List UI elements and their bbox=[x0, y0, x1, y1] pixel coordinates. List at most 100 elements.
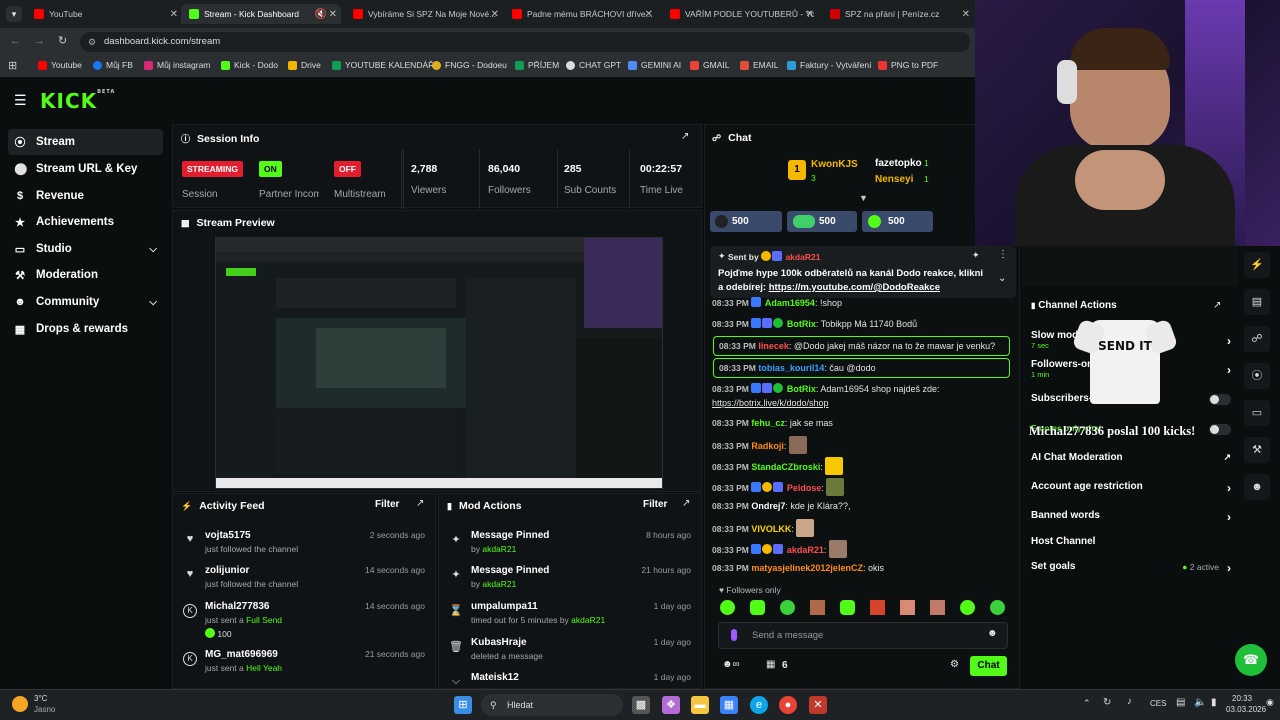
sidebar-item-achievements[interactable]: ★ Achievements bbox=[8, 209, 163, 235]
expand-icon[interactable]: ⌄ bbox=[998, 273, 1006, 284]
sidebar-item-studio[interactable]: ▭ Studio ⌵ bbox=[8, 236, 163, 262]
action-banned-words[interactable]: Banned words › bbox=[1031, 510, 1231, 524]
leader-name[interactable]: Nenseyi bbox=[875, 174, 913, 185]
bookmark-gemini[interactable]: GEMINI AI bbox=[628, 60, 681, 70]
toggle-switch[interactable] bbox=[1209, 424, 1231, 435]
pinned-link[interactable]: https://m.youtube.com/@DodoReakce bbox=[769, 282, 940, 293]
popout-icon[interactable]: ↗ bbox=[416, 498, 424, 509]
tray-chevron-icon[interactable]: ⌃ bbox=[1083, 698, 1091, 709]
task-view-icon[interactable]: ▩ bbox=[632, 696, 650, 714]
bookmark-gmail[interactable]: GMAIL bbox=[690, 60, 729, 70]
popout-icon[interactable]: ↗ bbox=[681, 131, 689, 142]
bookmark-youtube[interactable]: Youtube bbox=[38, 60, 82, 70]
emote-icon[interactable] bbox=[720, 600, 735, 615]
emote-icon[interactable] bbox=[930, 600, 945, 615]
site-info-icon[interactable]: ⚙ bbox=[88, 32, 96, 52]
browser-tab-kick[interactable]: Stream - Kick Dashboard 🔇 ✕ bbox=[181, 4, 341, 24]
bookmark-prijem[interactable]: PŘÍJEM bbox=[515, 60, 559, 70]
emote-icon[interactable] bbox=[840, 600, 855, 615]
tab-list-button[interactable]: ▾ bbox=[6, 6, 22, 22]
action-set-goals[interactable]: Set goals ● 2 active › bbox=[1031, 561, 1231, 575]
reload-icon[interactable]: ↻ bbox=[58, 34, 67, 47]
sidebar-item-community[interactable]: ☻ Community ⌵ bbox=[8, 289, 163, 315]
chat-icon[interactable]: ☍ bbox=[1244, 326, 1270, 352]
bookmark-email[interactable]: EMAIL bbox=[740, 60, 779, 70]
action-account-age[interactable]: Account age restriction › bbox=[1031, 481, 1231, 495]
broadcast-icon[interactable]: ⦿ bbox=[1244, 363, 1270, 389]
action-ai-moderation[interactable]: AI Chat Moderation ↗ bbox=[1031, 452, 1231, 463]
browser-tab-youtube[interactable]: YouTube ✕ bbox=[30, 4, 178, 24]
more-icon[interactable]: ⋮ bbox=[998, 249, 1008, 260]
forward-icon[interactable]: → bbox=[34, 35, 45, 47]
toggle-switch[interactable] bbox=[1209, 394, 1231, 405]
document-icon[interactable]: ▤ bbox=[1244, 289, 1270, 315]
emote-icon[interactable] bbox=[870, 600, 885, 615]
close-icon[interactable]: ✕ bbox=[962, 9, 970, 20]
taskbar-search[interactable]: ⚲ Hledat bbox=[481, 694, 623, 716]
chat-input[interactable]: Send a message ☻ bbox=[718, 622, 1008, 649]
mic-icon[interactable] bbox=[731, 629, 737, 641]
on-badge[interactable]: ON bbox=[259, 161, 282, 177]
chat-message-link[interactable]: https://botrix.live/k/dodo/shop bbox=[712, 396, 1012, 410]
bookmark-kick[interactable]: Kick - Dodo bbox=[221, 60, 278, 70]
volume-icon[interactable]: 🔈 bbox=[1194, 697, 1206, 708]
mod-filter-button[interactable]: Filter bbox=[643, 499, 667, 510]
bookmark-fngg[interactable]: FNGG - Dodoeu bbox=[432, 60, 507, 70]
bookmark-drive[interactable]: Drive bbox=[288, 60, 321, 70]
emote-icon[interactable] bbox=[780, 600, 795, 615]
emote-icon[interactable] bbox=[810, 600, 825, 615]
emote-icon[interactable] bbox=[990, 600, 1005, 615]
emote-icon[interactable] bbox=[960, 600, 975, 615]
menu-icon[interactable]: ☰ bbox=[14, 92, 27, 109]
sidebar-item-moderation[interactable]: ⚒ Moderation bbox=[8, 262, 163, 288]
wrench-icon[interactable]: ⚒ bbox=[1244, 437, 1270, 463]
windows-start-icon[interactable]: ⊞ bbox=[454, 696, 472, 714]
stream-preview-video[interactable] bbox=[215, 237, 663, 489]
network-icon[interactable]: ▤ bbox=[1176, 697, 1185, 708]
emote-icon[interactable] bbox=[750, 600, 765, 615]
bookmark-chatgpt[interactable]: CHAT GPT bbox=[566, 60, 621, 70]
sidebar-item-revenue[interactable]: $ Revenue bbox=[8, 183, 163, 209]
browser-tab-video-3[interactable]: VAŘÍM PODLE YOUTUBERŮ - Yo... ✕ bbox=[666, 4, 814, 24]
browser-tab-penize[interactable]: SPZ na přání | Peníze.cz ✕ bbox=[826, 4, 970, 24]
kicks-pill[interactable]: 500 bbox=[787, 211, 857, 232]
battery-icon[interactable]: ▮ bbox=[1211, 697, 1217, 708]
file-explorer-icon[interactable]: ▬ bbox=[691, 696, 709, 714]
language-indicator[interactable]: CES bbox=[1150, 699, 1166, 708]
popout-icon[interactable]: ↗ bbox=[682, 498, 690, 509]
unpin-icon[interactable]: ✦ bbox=[972, 250, 980, 261]
copilot-icon[interactable]: ❖ bbox=[662, 696, 680, 714]
chat-send-button[interactable]: Chat bbox=[970, 656, 1007, 676]
gift-icon[interactable]: ▦ bbox=[766, 659, 775, 670]
close-icon[interactable]: ✕ bbox=[491, 9, 499, 20]
weather-icon[interactable] bbox=[12, 696, 28, 712]
close-icon[interactable]: ✕ bbox=[645, 9, 653, 20]
apps-icon[interactable]: ⊞ bbox=[8, 59, 17, 72]
mute-icon[interactable]: 🔇 bbox=[315, 9, 327, 20]
action-host-channel[interactable]: Host Channel bbox=[1031, 536, 1231, 547]
sidebar-item-drops[interactable]: ▦ Drops & rewards bbox=[8, 316, 163, 342]
bookmark-fb[interactable]: Můj FB bbox=[93, 60, 133, 70]
bookmark-faktury[interactable]: Faktury - Vytváření bbox=[787, 60, 871, 70]
edge-icon[interactable]: e bbox=[750, 696, 768, 714]
close-icon[interactable]: ✕ bbox=[329, 9, 337, 20]
settings-icon[interactable]: ⚙ bbox=[950, 659, 959, 670]
notification-icon[interactable]: ◉ bbox=[1266, 697, 1274, 708]
chrome-icon[interactable]: ● bbox=[779, 696, 797, 714]
tray-app-icon[interactable]: ♪ bbox=[1127, 696, 1132, 707]
emote-icon[interactable] bbox=[900, 600, 915, 615]
leader-name[interactable]: fazetopko bbox=[875, 158, 922, 169]
popout-icon[interactable]: ↗ bbox=[1213, 300, 1221, 311]
kicks-pill[interactable]: 500 bbox=[710, 211, 782, 232]
collapse-icon[interactable]: ▼ bbox=[859, 193, 868, 203]
bookmark-png-pdf[interactable]: PNG to PDF bbox=[878, 60, 938, 70]
sidebar-item-stream-url[interactable]: ⚪ Stream URL & Key bbox=[8, 156, 163, 182]
bookmark-calendar[interactable]: YOUTUBE KALENDÁŘ bbox=[332, 60, 434, 70]
kicks-pill[interactable]: 500 bbox=[862, 211, 933, 232]
bookmark-instagram[interactable]: Můj instagram bbox=[144, 60, 210, 70]
pinned-message[interactable]: ✦ Sent by akdaR21 ✦ ⋮ ⌄ Pojďme hype 100k… bbox=[710, 246, 1016, 298]
leader-name[interactable]: KwonKJS bbox=[811, 159, 858, 170]
store-icon[interactable]: ▦ bbox=[720, 696, 738, 714]
app-icon[interactable]: ✕ bbox=[809, 696, 827, 714]
browser-tab-video-1[interactable]: Vybíráme Si SPZ Na Moje Nové... ✕ bbox=[349, 4, 499, 24]
